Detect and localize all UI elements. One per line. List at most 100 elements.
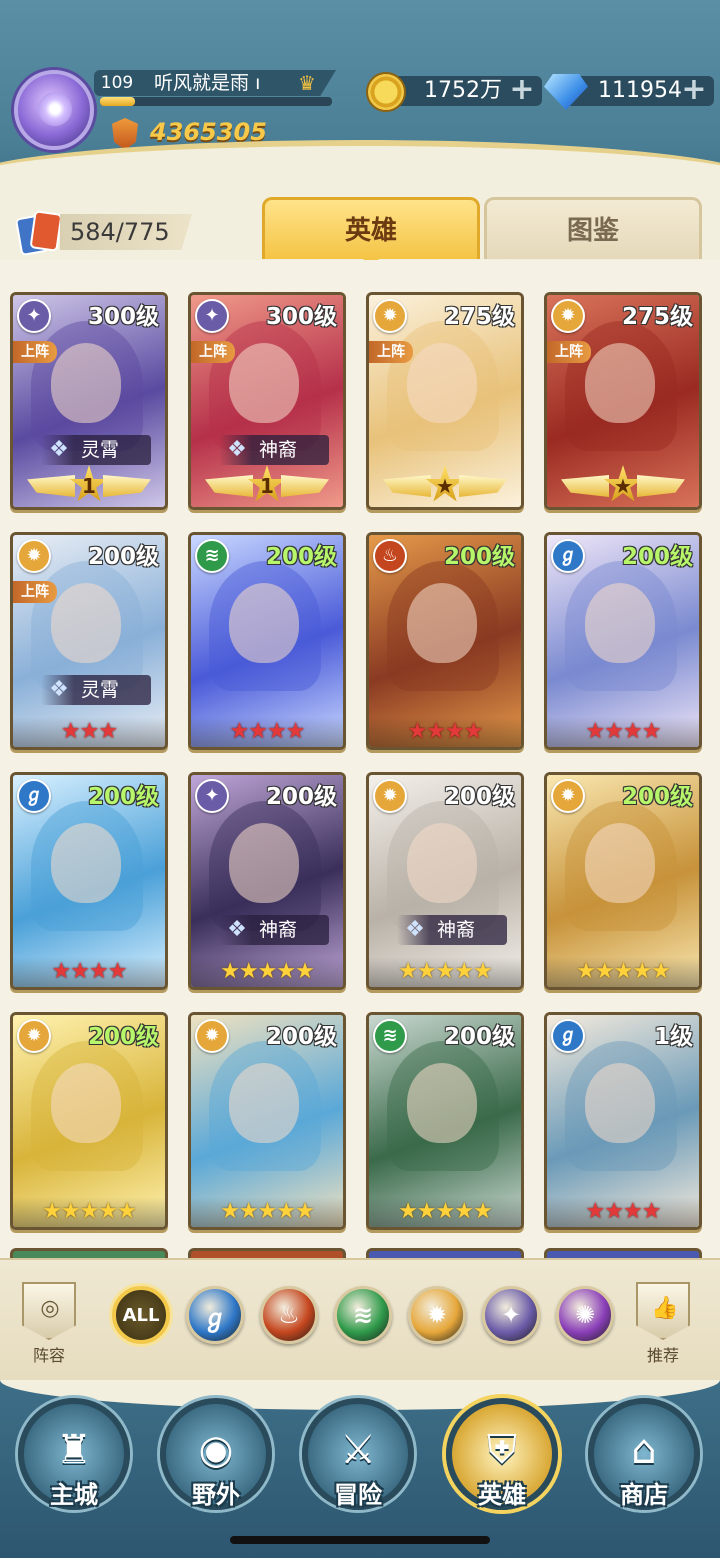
wing-right-icon (637, 475, 685, 497)
hero-card-partial[interactable] (188, 1248, 346, 1258)
hero-title: 神裔 (437, 919, 476, 941)
filter-arcane-button[interactable]: ✺ (556, 1286, 614, 1344)
faction-wind-icon: ≋ (195, 539, 229, 573)
hero-level: 200级 (265, 544, 337, 570)
hero-level: 200级 (265, 784, 337, 810)
hero-grid-scroll[interactable]: ✦ 300级 上阵 ❖ 灵霄 1 ✦ 300级 上阵 ❖ 神裔 1 ✹ 275级 上阵 ★ ✹ 275级 上阵 ★ ✹ 2… (0, 260, 720, 1258)
hero-face (229, 583, 299, 663)
hero-card[interactable]: ℊ 200级 ★★★★ (10, 772, 168, 990)
wing-left-icon (27, 475, 75, 497)
hero-level: 200级 (443, 544, 515, 570)
lineup-button[interactable]: ◎ 阵容 (14, 1282, 84, 1366)
nav-main-city-icon: ♜ (56, 1427, 92, 1473)
faction-light-icon: ✹ (195, 1019, 229, 1053)
player-avatar[interactable] (14, 70, 94, 150)
nav-shop-button[interactable]: ⌂ 商店 (588, 1398, 700, 1510)
hero-card[interactable]: ✹ 200级 ★★★★★ (10, 1012, 168, 1230)
nav-heroes-label: 英雄 (478, 1481, 526, 1509)
title-emblem-icon: ❖ (49, 677, 69, 702)
hero-card[interactable]: ℊ 1级 ★★★★ (544, 1012, 702, 1230)
power-value: 4365305 (150, 118, 267, 146)
hero-card-partial[interactable] (10, 1248, 168, 1258)
nav-main-city-button[interactable]: ♜ 主城 (18, 1398, 130, 1510)
filter-wind-button[interactable]: ≋ (334, 1286, 392, 1344)
nav-adventure-label: 冒险 (334, 1481, 382, 1509)
gold-coin-icon (366, 72, 406, 112)
hero-face (51, 1063, 121, 1143)
hero-stars: ★★★★ (547, 1197, 699, 1227)
hero-level: 200级 (87, 1024, 159, 1050)
title-emblem-icon: ❖ (49, 437, 69, 462)
ascension-wings: ★ (369, 465, 521, 505)
nav-heroes-button[interactable]: ⛨ 英雄 (446, 1398, 558, 1510)
lineup-banner-icon: ◎ (22, 1282, 76, 1340)
title-emblem-icon: ❖ (227, 437, 247, 462)
tab-codex[interactable]: 图鉴 (484, 197, 702, 259)
faction-wind-icon: ≋ (373, 1019, 407, 1053)
hero-title-tag: ❖ 神裔 (219, 435, 329, 465)
hero-title-tag: ❖ 神裔 (219, 915, 329, 945)
hero-card[interactable]: ℊ 200级 ★★★★ (544, 532, 702, 750)
hero-card[interactable]: ✹ 200级 ★★★★★ (188, 1012, 346, 1230)
hero-card[interactable]: ≋ 200级 ★★★★★ (366, 1012, 524, 1230)
exp-bar (100, 97, 332, 106)
faction-filters: ALL ℊ ♨ ≋ ✹ ✦ ✺ (112, 1286, 614, 1344)
hero-card[interactable]: ✹ 275级 上阵 ★ (366, 292, 524, 510)
faction-dark-icon: ✦ (17, 299, 51, 333)
filter-fire-button[interactable]: ♨ (260, 1286, 318, 1344)
filter-dark-button[interactable]: ✦ (482, 1286, 540, 1344)
hero-title-tag: ❖ 灵霄 (41, 675, 151, 705)
hero-card[interactable]: ♨ 200级 ★★★★ (366, 532, 524, 750)
hero-card[interactable]: ✦ 200级 ❖ 神裔 ★★★★★ (188, 772, 346, 990)
hero-face (407, 343, 477, 423)
hero-level: 200级 (621, 544, 693, 570)
nav-wild-label: 野外 (192, 1481, 240, 1509)
gem-value: 111954 (598, 78, 682, 103)
hero-face (407, 823, 477, 903)
ascension-wings: 1 (13, 465, 165, 505)
hero-face (585, 583, 655, 663)
hero-title: 灵霄 (81, 679, 120, 701)
title-emblem-icon: ❖ (405, 917, 425, 942)
hero-card[interactable]: ✹ 200级 上阵 ❖ 灵霄 ★★★ (10, 532, 168, 750)
filter-light-button[interactable]: ✹ (408, 1286, 466, 1344)
wing-right-icon (459, 475, 507, 497)
hero-face (407, 583, 477, 663)
hero-card-partial[interactable] (366, 1248, 524, 1258)
filter-water-button[interactable]: ℊ (186, 1286, 244, 1344)
nav-shop-label: 商店 (620, 1481, 668, 1509)
thumbs-up-icon: 👍 (636, 1282, 690, 1340)
hero-level: 200级 (265, 1024, 337, 1050)
hero-collection-count: 584/775 (60, 214, 192, 250)
faction-light-icon: ✹ (373, 299, 407, 333)
hero-card[interactable]: ✹ 200级 ★★★★★ (544, 772, 702, 990)
recommend-button[interactable]: 👍 推荐 (628, 1282, 698, 1366)
hero-card[interactable]: ✹ 275级 上阵 ★ (544, 292, 702, 510)
home-indicator (230, 1536, 490, 1544)
player-name-suffix: ı (255, 72, 261, 94)
crown-icon: ♛ (298, 71, 316, 95)
nav-shop-icon: ⌂ (631, 1427, 657, 1473)
add-gold-button[interactable]: + (508, 75, 536, 105)
wing-left-icon (383, 475, 431, 497)
filter-all-button[interactable]: ALL (112, 1286, 170, 1344)
wing-right-icon (103, 475, 151, 497)
nav-adventure-button[interactable]: ⚔ 冒险 (302, 1398, 414, 1510)
hero-card[interactable]: ✦ 300级 上阵 ❖ 神裔 1 (188, 292, 346, 510)
hero-card[interactable]: ≋ 200级 ★★★★ (188, 532, 346, 750)
hero-face (585, 1063, 655, 1143)
add-gems-button[interactable]: + (680, 75, 708, 105)
hero-grid: ✦ 300级 上阵 ❖ 灵霄 1 ✦ 300级 上阵 ❖ 神裔 1 ✹ 275级 上阵 ★ ✹ 275级 上阵 ★ ✹ 2… (10, 292, 710, 1230)
hero-card-partial[interactable] (544, 1248, 702, 1258)
hero-card[interactable]: ✦ 300级 上阵 ❖ 灵霄 1 (10, 292, 168, 510)
hero-level: 300级 (265, 304, 337, 330)
hero-card[interactable]: ✹ 200级 ❖ 神裔 ★★★★★ (366, 772, 524, 990)
nav-wild-button[interactable]: ◉ 野外 (160, 1398, 272, 1510)
hero-title-tag: ❖ 灵霄 (41, 435, 151, 465)
faction-dark-icon: ✦ (195, 779, 229, 813)
hero-face (51, 343, 121, 423)
tab-heroes[interactable]: 英雄 (262, 197, 480, 267)
faction-fire-icon: ♨ (373, 539, 407, 573)
hero-title: 神裔 (259, 919, 298, 941)
hero-level: 1级 (653, 1024, 693, 1050)
